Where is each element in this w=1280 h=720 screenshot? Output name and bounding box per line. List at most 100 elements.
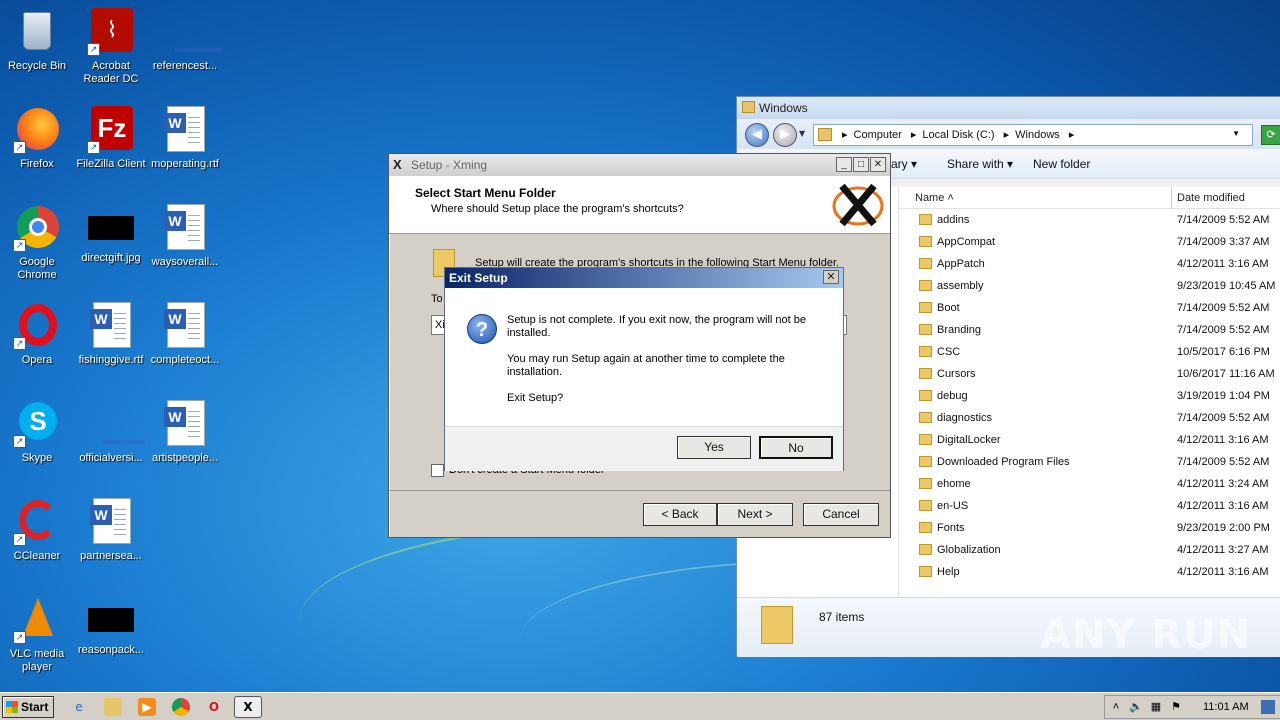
desktop-icon-partnersea[interactable]: W partnersea... (74, 498, 148, 563)
forward-arrow-icon[interactable]: ▶ (773, 123, 797, 147)
desktop-icon-chrome[interactable]: ↗ Google Chrome (0, 204, 74, 282)
chevron-down-icon[interactable]: ▼ (799, 129, 805, 138)
media-player-icon[interactable]: ▶ (138, 698, 156, 716)
desktop-icon-fishinggive[interactable]: W fishinggive.rtf (74, 302, 148, 367)
exit-setup-dialog[interactable]: Exit Setup ✕ ? Setup is not complete. If… (444, 267, 844, 471)
xming-taskbar-icon[interactable]: X (234, 696, 262, 718)
desktop-icon-referencest[interactable]: referencest... (148, 8, 222, 73)
file-explorer-icon[interactable] (104, 698, 122, 716)
exit-dialog-titlebar[interactable]: Exit Setup ✕ (445, 268, 843, 288)
desktop-icon-recycle-bin[interactable]: Recycle Bin (0, 8, 74, 73)
yes-button[interactable]: Yes (677, 436, 751, 459)
desktop-icon-completeoct[interactable]: W completeoct... (148, 302, 222, 367)
list-item[interactable]: ehome 4/12/2011 3:24 AM (899, 473, 1280, 495)
minimize-icon[interactable]: _ (836, 157, 852, 172)
list-item[interactable]: Boot 7/14/2009 5:52 AM (899, 297, 1280, 319)
exit-dialog-buttons: Yes No (445, 426, 843, 471)
breadcrumb-windows[interactable]: Windows (1015, 129, 1060, 141)
desktop-icon-vlc[interactable]: ↗ VLC media player (0, 596, 74, 674)
flag-icon[interactable]: ⚑ (1169, 700, 1183, 714)
dont-create-folder-checkbox[interactable] (431, 464, 444, 477)
list-item[interactable]: Fonts 9/23/2019 2:00 PM (899, 517, 1280, 539)
folder-icon (919, 214, 932, 225)
explorer-titlebar[interactable]: Windows (737, 97, 1280, 119)
back-button[interactable]: < Back (643, 503, 717, 526)
list-item[interactable]: Cursors 10/6/2017 11:16 AM (899, 363, 1280, 385)
vlc-icon: ↗ (13, 596, 61, 644)
item-name: Fonts (937, 522, 965, 534)
back-arrow-icon[interactable]: ◀ (745, 123, 769, 147)
opera-icon: ↗ (13, 302, 61, 350)
address-bar[interactable]: ▸ Computer ▸ Local Disk (C:) ▸ Windows ▸ ▼ (813, 124, 1253, 146)
include-in-library-menu[interactable]: rary ▾ (887, 157, 917, 171)
breadcrumb-local-disk[interactable]: Local Disk (C:) (922, 129, 994, 141)
next-button[interactable]: Next > (717, 503, 793, 526)
desktop-icon-firefox[interactable]: ↗ Firefox (0, 106, 74, 171)
clock[interactable]: 11:01 AM (1203, 701, 1249, 713)
folder-icon (919, 280, 932, 291)
list-item[interactable]: AppPatch 4/12/2011 3:16 AM (899, 253, 1280, 275)
item-name: Boot (937, 302, 960, 314)
word-document-icon: W (164, 204, 205, 250)
desktop-icon-artistpeople[interactable]: W artistpeople... (148, 400, 222, 465)
desktop-icon-filezilla[interactable]: Fz ↗ FileZilla Client (74, 106, 148, 171)
item-count: 87 items (819, 610, 865, 624)
chrome-icon[interactable] (172, 698, 190, 716)
list-item[interactable]: DigitalLocker 4/12/2011 3:16 AM (899, 429, 1280, 451)
opera-icon[interactable]: O (205, 698, 223, 716)
desktop-icon-reasonpack[interactable]: reasonpack... (74, 596, 148, 657)
column-header-date[interactable]: Date modified (1177, 192, 1245, 204)
refresh-icon[interactable]: ⟳ (1261, 125, 1280, 145)
list-item[interactable]: AppCompat 7/14/2009 3:37 AM (899, 231, 1280, 253)
item-name: Cursors (937, 368, 976, 380)
network-icon[interactable]: ▦ (1149, 700, 1163, 714)
list-item[interactable]: en-US 4/12/2011 3:16 AM (899, 495, 1280, 517)
share-with-menu[interactable]: Share with ▾ (947, 157, 1013, 171)
desktop-icon-opera[interactable]: ↗ Opera (0, 302, 74, 367)
list-item[interactable]: diagnostics 7/14/2009 5:52 AM (899, 407, 1280, 429)
close-icon[interactable]: ✕ (870, 157, 886, 172)
show-desktop-icon[interactable] (1261, 700, 1275, 714)
desktop-icon-skype[interactable]: S ↗ Skype (0, 400, 74, 465)
list-item[interactable]: Globalization 4/12/2011 3:27 AM (899, 539, 1280, 561)
maximize-icon[interactable]: □ (853, 157, 869, 172)
list-item[interactable]: Downloaded Program Files 7/14/2009 5:52 A… (899, 451, 1280, 473)
file-list[interactable]: Name ˄ Date modified addins 7/14/2009 5:5… (899, 187, 1280, 597)
list-item[interactable]: CSC 10/5/2017 6:16 PM (899, 341, 1280, 363)
desktop-icon-ccleaner[interactable]: ↗ CCleaner (0, 498, 74, 563)
chevron-up-icon[interactable]: ˄ (1109, 700, 1123, 714)
word-document-icon: W (90, 302, 131, 348)
item-name: Globalization (937, 544, 1001, 556)
desktop-icon-directgift[interactable]: directgift.jpg (74, 204, 148, 265)
folder-icon (919, 544, 932, 555)
list-item[interactable]: Help 4/12/2011 3:16 AM (899, 561, 1280, 583)
column-header-name[interactable]: Name ˄ (915, 192, 954, 204)
new-folder-button[interactable]: New folder (1033, 157, 1090, 171)
image-thumbnail (88, 608, 134, 632)
desktop-icon-moperating[interactable]: W moperating.rtf (148, 106, 222, 171)
desktop-icon-officialversi[interactable]: officialversi... (74, 400, 148, 465)
item-name: en-US (937, 500, 969, 512)
start-button[interactable]: Start (2, 696, 54, 718)
item-name: DigitalLocker (937, 434, 1001, 446)
desktop-icon-acrobat[interactable]: ⌇ ↗ Acrobat Reader DC (74, 8, 148, 86)
internet-explorer-icon[interactable]: e (70, 698, 88, 716)
list-item[interactable]: addins 7/14/2009 5:52 AM (899, 209, 1280, 231)
cancel-button[interactable]: Cancel (803, 503, 879, 526)
list-item[interactable]: Branding 7/14/2009 5:52 AM (899, 319, 1280, 341)
speaker-icon[interactable]: 🔈 (1129, 700, 1143, 714)
item-date: 7/14/2009 5:52 AM (1177, 324, 1270, 336)
setup-titlebar[interactable]: X Setup - Xming _ □ ✕ (389, 154, 890, 176)
close-icon[interactable]: ✕ (823, 270, 839, 284)
list-item[interactable]: assembly 9/23/2019 10:45 AM (899, 275, 1280, 297)
list-item[interactable]: debug 3/19/2019 1:04 PM (899, 385, 1280, 407)
desktop-icon-waysoverall[interactable]: W waysoverall... (148, 204, 222, 269)
no-button[interactable]: No (759, 436, 833, 459)
folder-icon (919, 522, 932, 533)
item-date: 7/14/2009 5:52 AM (1177, 412, 1270, 424)
breadcrumb-computer[interactable]: Computer (854, 129, 902, 141)
chevron-down-icon[interactable]: ▼ (1232, 129, 1240, 138)
setup-footer: < Back Next > Cancel (389, 490, 890, 538)
item-date: 9/23/2019 2:00 PM (1177, 522, 1270, 534)
image-thumbnail (88, 216, 134, 240)
